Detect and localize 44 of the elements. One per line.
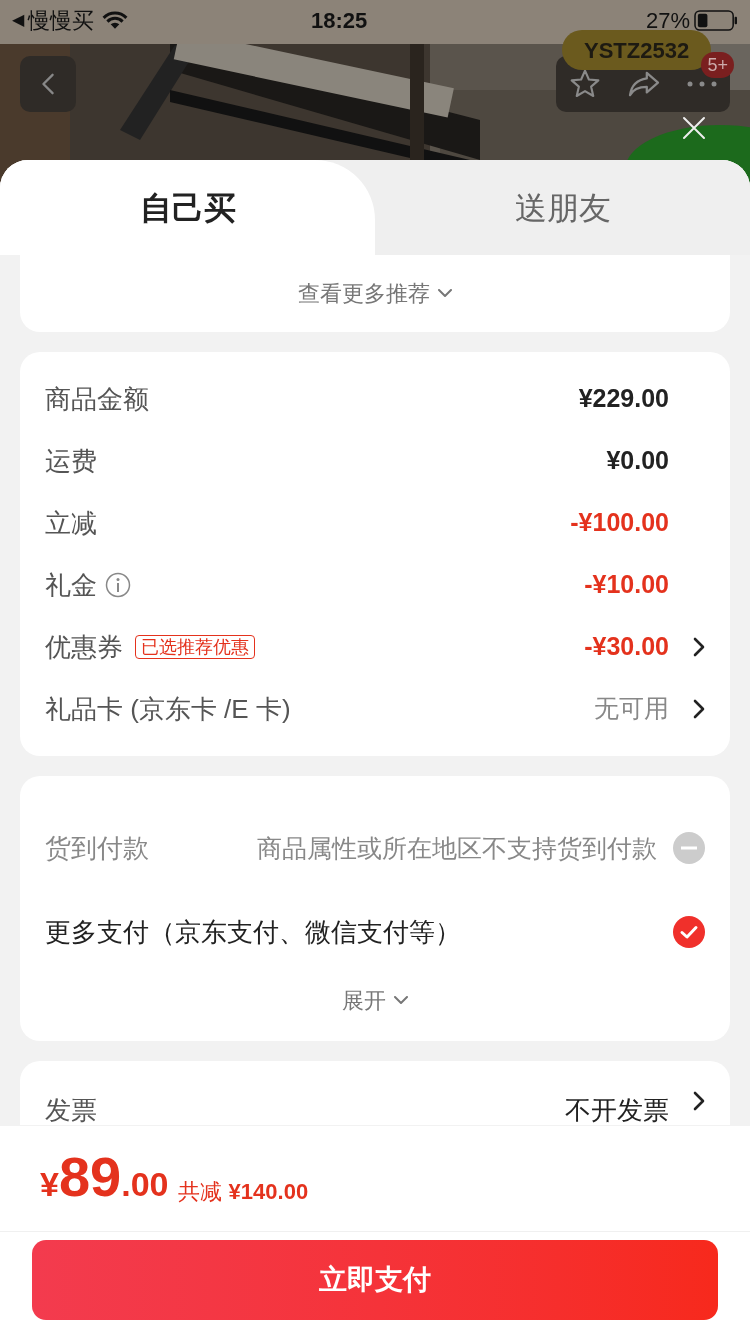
share-icon[interactable] (627, 70, 661, 98)
price-label: 商品金额 (45, 382, 149, 416)
chevron-right-icon (693, 1091, 705, 1111)
info-icon[interactable] (105, 572, 131, 598)
payment-label: 更多支付（京东支付、微信支付等） (45, 915, 461, 949)
checked-radio-icon[interactable] (673, 916, 705, 948)
chevron-down-icon (394, 996, 408, 1005)
wifi-icon (102, 10, 128, 30)
star-icon[interactable] (569, 68, 601, 100)
price-value: -¥100.00 (570, 507, 669, 539)
price-value: ¥0.00 (606, 445, 669, 477)
battery-icon (694, 9, 738, 31)
price-value: ¥229.00 (578, 383, 669, 415)
invoice-card[interactable]: 发票 不开发票 (20, 1061, 730, 1125)
price-value: 无可用 (594, 693, 669, 725)
price-label: 立减 (45, 506, 97, 540)
back-button[interactable] (20, 56, 76, 112)
payment-option[interactable]: 更多支付（京东支付、微信支付等） (45, 890, 705, 974)
back-arrow[interactable]: ◀ (12, 8, 24, 32)
price-value: -¥30.00 (584, 631, 669, 663)
chevron-right-icon (693, 699, 705, 719)
expand-link[interactable]: 展开 (342, 984, 408, 1017)
back-icon (41, 73, 55, 95)
close-icon[interactable] (682, 116, 706, 140)
price-label: 礼品卡 (京东卡 /E 卡) (45, 692, 291, 726)
back-app-label[interactable]: 慢慢买 (28, 3, 94, 37)
tab[interactable]: 自己买 (0, 160, 375, 255)
clock-time: 18:25 (311, 6, 368, 35)
more-icon[interactable] (687, 81, 717, 87)
invoice-label: 发票 (45, 1094, 97, 1127)
price-value: -¥10.00 (584, 569, 669, 601)
savings-text: 共减 ¥140.00 (178, 1181, 309, 1203)
chevron-right-icon (693, 637, 705, 657)
payment-note: 商品属性或所在地区不支持货到付款 (256, 833, 658, 864)
total-price: ¥89.00 (40, 1149, 169, 1205)
payment-label: 货到付款 (45, 831, 149, 865)
more-recommendations-link[interactable]: 查看更多推荐 (298, 277, 452, 310)
price-label: 礼金 (45, 568, 97, 602)
coupon-badge: 已选推荐优惠 (135, 635, 255, 659)
price-label: 优惠券 (45, 630, 123, 664)
chevron-down-icon (438, 289, 452, 298)
price-label: 运费 (45, 444, 97, 478)
invoice-value: 不开发票 (565, 1094, 669, 1127)
pay-now-button[interactable]: 立即支付 (32, 1240, 718, 1320)
